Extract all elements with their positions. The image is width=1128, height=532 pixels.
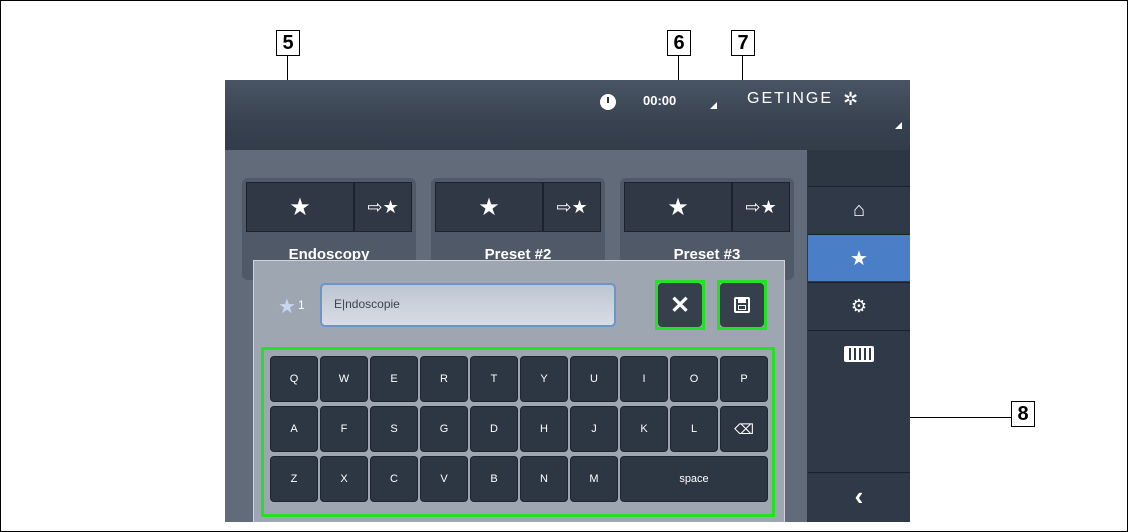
load-preset-star-icon[interactable]: ★ bbox=[435, 182, 543, 232]
menu-dropdown-icon[interactable] bbox=[895, 122, 902, 129]
brand-logo: GETINGE bbox=[747, 90, 834, 107]
save-to-preset-icon[interactable]: ⇨★ bbox=[732, 182, 790, 232]
preset-name-input[interactable]: E|ndoscopie bbox=[320, 283, 616, 327]
callout-6-highlight bbox=[655, 280, 705, 330]
back-chevron-icon[interactable]: ‹ bbox=[808, 472, 910, 519]
timer-display[interactable]: 00:00 bbox=[643, 93, 676, 108]
callout-5: 5 bbox=[276, 30, 300, 56]
device-screen: 00:00 GETINGE ✲ ★ ⇨★ Endoscopy ★ ⇨★ Pres… bbox=[225, 80, 910, 522]
save-to-preset-icon[interactable]: ⇨★ bbox=[543, 182, 601, 232]
callout-8-highlight bbox=[261, 347, 775, 517]
rename-preset-dialog: ★ 1 E|ndoscopie ✕ Q W E R T Y U I O P A … bbox=[253, 260, 785, 522]
save-to-preset-icon[interactable]: ⇨★ bbox=[354, 182, 412, 232]
home-icon[interactable]: ⌂ bbox=[808, 186, 910, 233]
sidebar: ⌂ ★ ⚙ ‹ bbox=[808, 186, 910, 522]
brand-mark-icon: ✲ bbox=[843, 89, 859, 110]
load-preset-star-icon[interactable]: ★ bbox=[246, 182, 354, 232]
callout-7: 7 bbox=[731, 30, 755, 56]
favorites-star-icon[interactable]: ★ bbox=[808, 234, 910, 281]
load-preset-star-icon[interactable]: ★ bbox=[624, 182, 732, 232]
top-bar: 00:00 GETINGE ✲ bbox=[225, 80, 910, 150]
clock-icon bbox=[600, 94, 616, 110]
preset-number: 1 bbox=[298, 298, 305, 312]
preset-star-icon: ★ bbox=[278, 296, 296, 318]
battery-icon[interactable] bbox=[808, 330, 910, 377]
callout-7-highlight bbox=[717, 280, 767, 330]
callout-6: 6 bbox=[667, 30, 691, 56]
settings-gears-icon[interactable]: ⚙ bbox=[808, 282, 910, 329]
callout-8: 8 bbox=[1011, 401, 1035, 427]
timer-dropdown-icon[interactable] bbox=[710, 102, 717, 109]
